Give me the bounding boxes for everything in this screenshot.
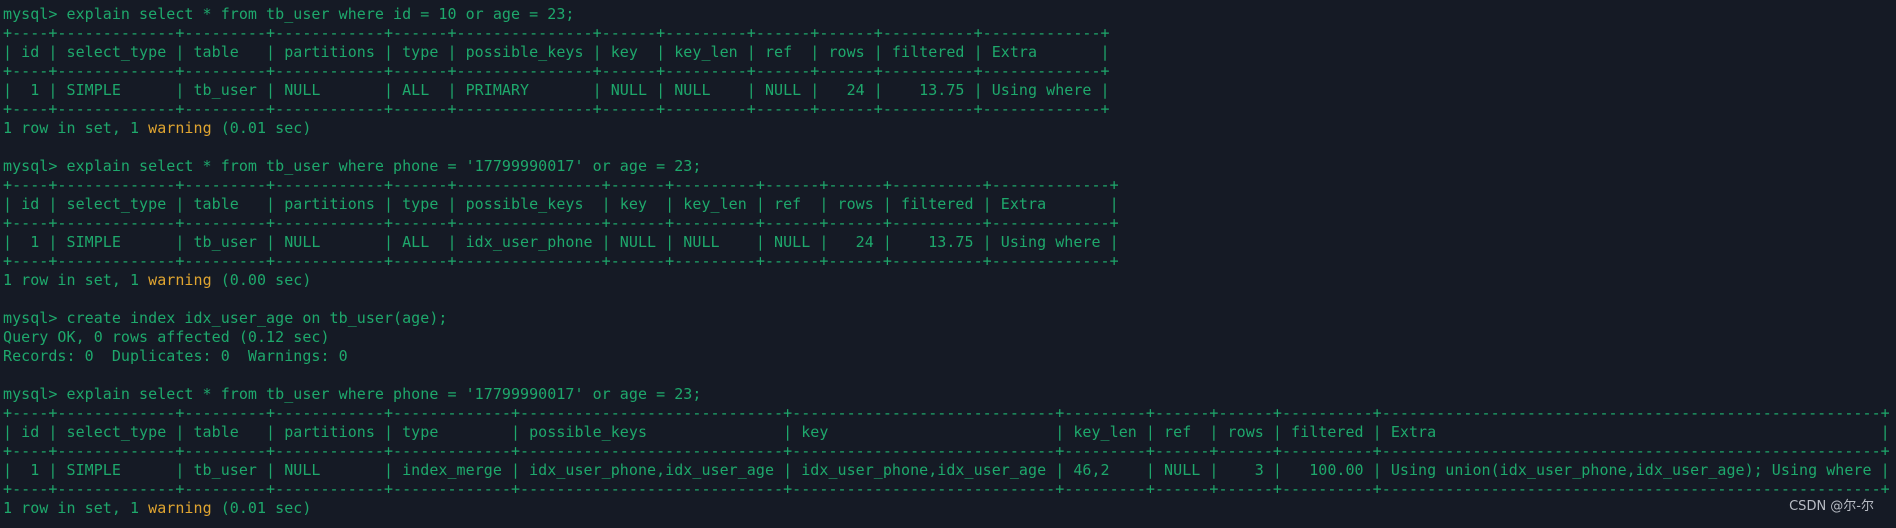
table-border: +----+-------------+---------+----------…: [3, 442, 1890, 460]
command-line: mysql> explain select * from tb_user whe…: [3, 5, 575, 23]
table-row: | 1 | SIMPLE | tb_user | NULL | index_me…: [3, 461, 1890, 479]
table-border: +----+-------------+---------+----------…: [3, 480, 1890, 498]
summary-text: (0.01 sec): [211, 499, 312, 517]
summary-text: 1 row in set, 1: [3, 271, 149, 289]
command-line: mysql> create index idx_user_age on tb_u…: [3, 309, 448, 327]
terminal-output[interactable]: mysql> explain select * from tb_user whe…: [3, 5, 1890, 518]
output-line: Query OK, 0 rows affected (0.12 sec): [3, 328, 330, 346]
warning-text: warning: [148, 499, 212, 517]
output-line: Records: 0 Duplicates: 0 Warnings: 0: [3, 347, 348, 365]
warning-text: warning: [148, 271, 212, 289]
csdn-watermark: CSDN @尔-尔: [1789, 499, 1874, 514]
table-border: +----+-------------+---------+----------…: [3, 100, 1110, 118]
table-row: | id | select_type | table | partitions …: [3, 195, 1119, 213]
table-border: +----+-------------+---------+----------…: [3, 24, 1110, 42]
warning-text: warning: [148, 119, 212, 137]
table-row: | id | select_type | table | partitions …: [3, 423, 1890, 441]
summary-text: (0.01 sec): [211, 119, 312, 137]
command-line: mysql> explain select * from tb_user whe…: [3, 385, 702, 403]
result-summary-line: 1 row in set, 1 warning (0.00 sec): [3, 271, 1890, 290]
table-border: +----+-------------+---------+----------…: [3, 404, 1890, 422]
summary-text: (0.00 sec): [211, 271, 312, 289]
command-line: mysql> explain select * from tb_user whe…: [3, 157, 702, 175]
table-border: +----+-------------+---------+----------…: [3, 252, 1119, 270]
table-border: +----+-------------+---------+----------…: [3, 176, 1119, 194]
summary-text: 1 row in set, 1: [3, 119, 149, 137]
table-border: +----+-------------+---------+----------…: [3, 214, 1119, 232]
table-row: | 1 | SIMPLE | tb_user | NULL | ALL | id…: [3, 233, 1119, 251]
table-row: | 1 | SIMPLE | tb_user | NULL | ALL | PR…: [3, 81, 1110, 99]
table-row: | id | select_type | table | partitions …: [3, 43, 1110, 61]
summary-text: 1 row in set, 1: [3, 499, 149, 517]
table-border: +----+-------------+---------+----------…: [3, 62, 1110, 80]
result-summary-line: 1 row in set, 1 warning (0.01 sec): [3, 119, 1890, 138]
result-summary-line: 1 row in set, 1 warning (0.01 sec): [3, 499, 1890, 518]
